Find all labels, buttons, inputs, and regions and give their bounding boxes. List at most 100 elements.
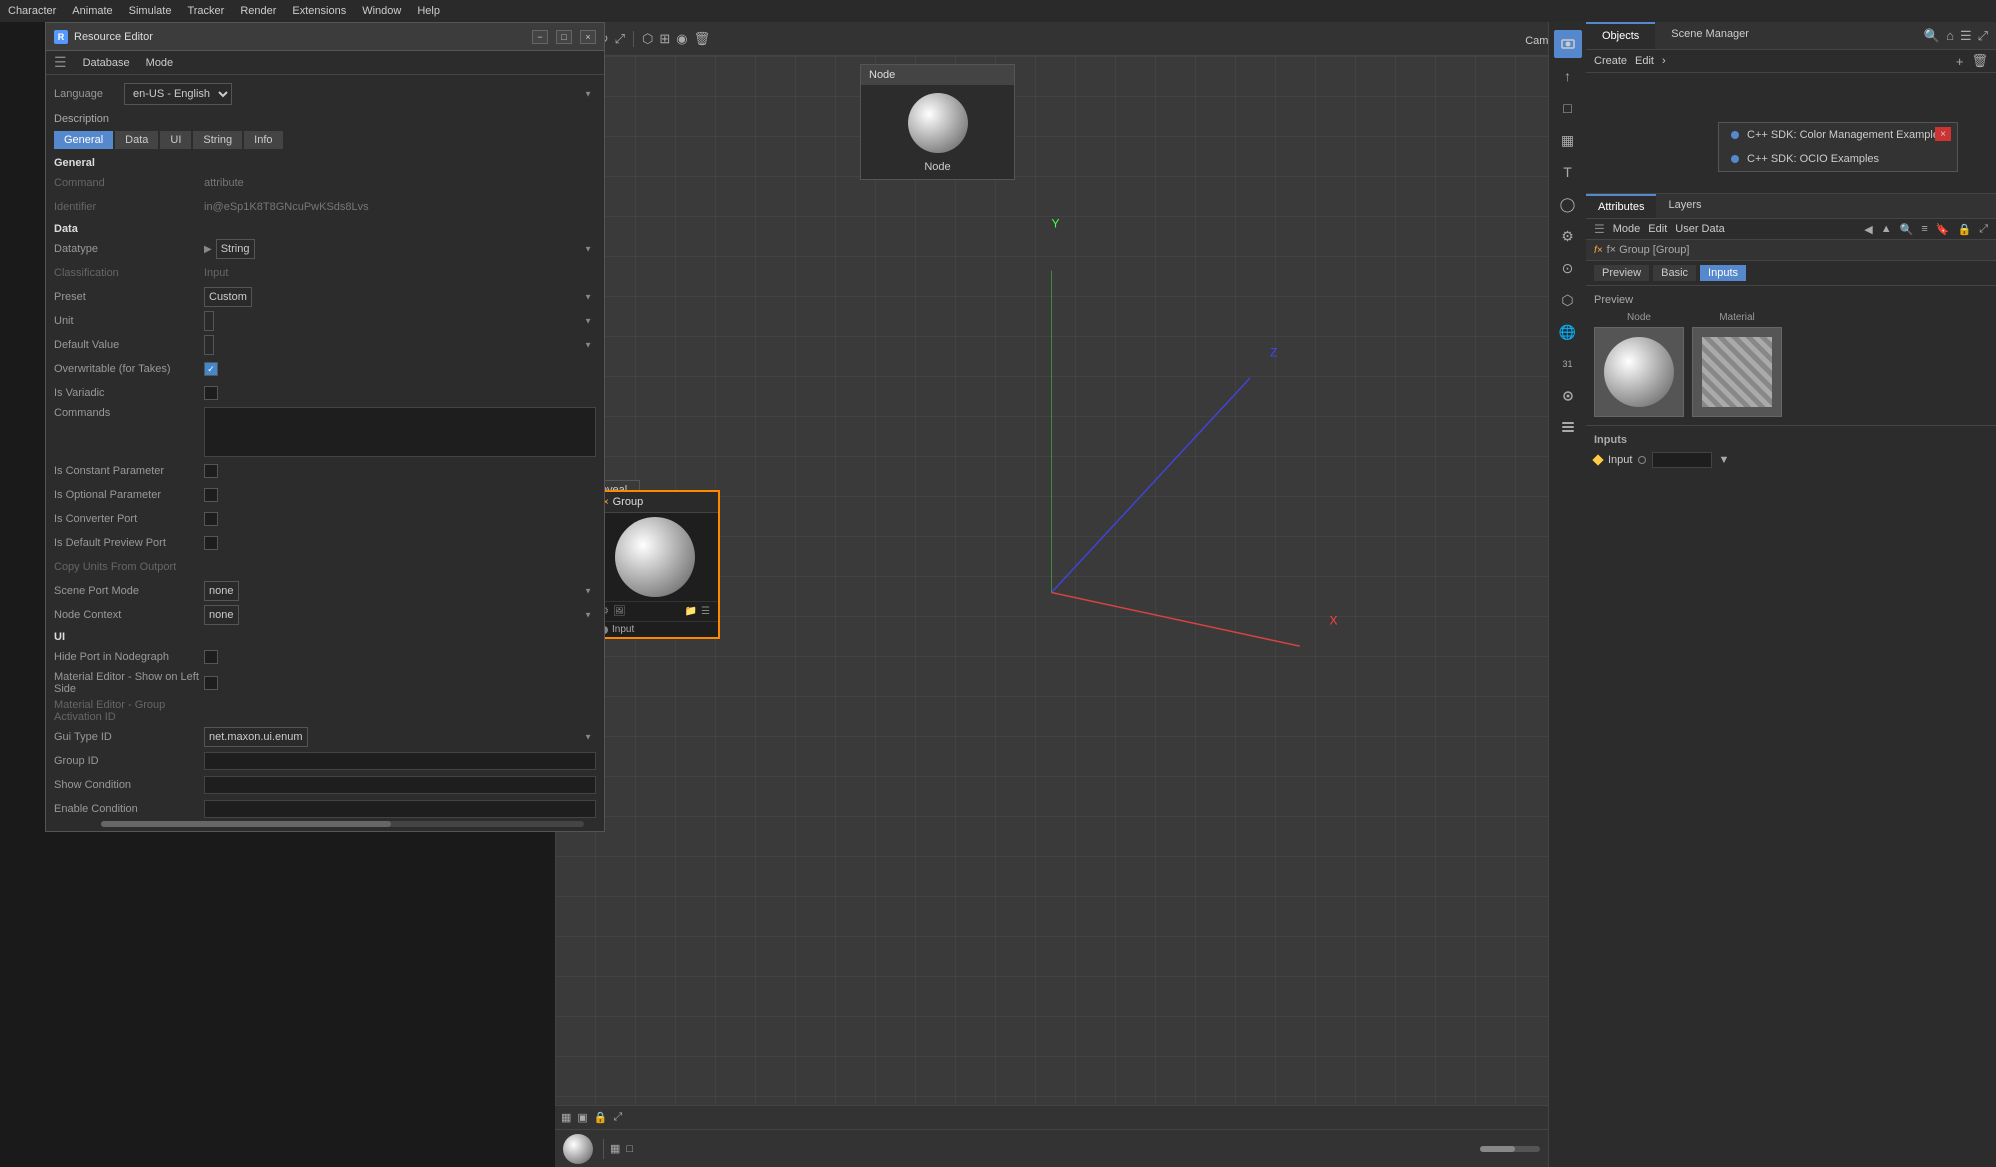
is-constant-checkbox[interactable] [204, 464, 218, 478]
tab-preview[interactable]: Preview [1594, 265, 1649, 281]
tab-ui[interactable]: UI [160, 131, 191, 149]
menu-extensions[interactable]: Extensions [292, 5, 346, 17]
input-value-field[interactable]: 0 [1652, 452, 1712, 468]
scrollbar-thumb[interactable] [101, 821, 391, 827]
expand-icon[interactable]: ⤢ [1978, 28, 1988, 44]
viewport-layout-icon-1[interactable]: ▦ [561, 1111, 571, 1124]
minimize-button[interactable]: − [532, 30, 548, 44]
viewport-render-icon[interactable]: ◉ [676, 31, 687, 47]
scene-port-select[interactable]: none [204, 581, 239, 601]
commands-textarea[interactable] [204, 407, 596, 457]
gn-icon-3[interactable]: 📁 [685, 606, 697, 617]
attr-user-data-btn[interactable]: User Data [1675, 223, 1725, 235]
tab-info[interactable]: Info [244, 131, 282, 149]
tab-basic[interactable]: Basic [1653, 265, 1696, 281]
attr-expand-icon[interactable]: ⤢ [1979, 223, 1988, 236]
menu-simulate[interactable]: Simulate [129, 5, 172, 17]
viewport-fullscreen-icon[interactable]: ⤢ [614, 1111, 623, 1124]
menu-character[interactable]: Character [8, 5, 56, 17]
dropdown-close-button[interactable]: × [1935, 127, 1951, 141]
add-icon[interactable]: + [1956, 54, 1964, 69]
gn-icon-2[interactable]: 🖼 [613, 606, 626, 617]
attr-bookmark-icon[interactable]: 🔖 [1936, 223, 1950, 236]
show-condition-input[interactable] [204, 776, 596, 794]
horizontal-scrollbar[interactable] [101, 821, 584, 827]
maximize-button[interactable]: □ [556, 30, 572, 44]
more-button[interactable]: › [1662, 55, 1666, 67]
bottom-icon-1[interactable]: ▦ [610, 1142, 620, 1155]
menu-tracker[interactable]: Tracker [187, 5, 224, 17]
sidebar-icon-global[interactable]: 🌐 [1554, 318, 1582, 346]
hamburger-icon[interactable]: ☰ [54, 54, 67, 71]
tab-string[interactable]: String [193, 131, 242, 149]
tab-data[interactable]: Data [115, 131, 158, 149]
sidebar-icon-ring[interactable]: ◯ [1554, 190, 1582, 218]
group-id-input[interactable]: net.maxon.node.base.group.inputs [204, 752, 596, 770]
is-default-preview-checkbox[interactable] [204, 536, 218, 550]
gui-type-select[interactable]: net.maxon.ui.enum [204, 727, 308, 747]
attr-lock-icon[interactable]: 🔒 [1957, 223, 1971, 236]
sidebar-icon-31[interactable]: 31 [1554, 350, 1582, 378]
node-context-select[interactable]: none [204, 605, 239, 625]
viewport-lock-icon[interactable]: 🔒 [594, 1111, 608, 1124]
tab-general[interactable]: General [54, 131, 113, 149]
is-optional-checkbox[interactable] [204, 488, 218, 502]
attr-forward-icon[interactable]: ▲ [1881, 223, 1892, 235]
viewport-layout-icon-2[interactable]: ▣ [577, 1111, 587, 1124]
sidebar-icon-circle[interactable]: ⊙ [1554, 254, 1582, 282]
list-icon[interactable]: ☰ [1960, 28, 1972, 44]
menu-window[interactable]: Window [362, 5, 401, 17]
menu-animate[interactable]: Animate [72, 5, 112, 17]
tab-scene-manager[interactable]: Scene Manager [1655, 22, 1765, 49]
tab-inputs[interactable]: Inputs [1700, 265, 1746, 281]
hide-port-checkbox[interactable] [204, 650, 218, 664]
viewport-delete-icon[interactable]: 🗑 [694, 31, 711, 47]
language-select[interactable]: en-US - English [124, 83, 232, 105]
bottom-icon-2[interactable]: □ [626, 1143, 633, 1155]
close-button[interactable]: × [580, 30, 596, 44]
viewport-grid-icon[interactable]: ⊞ [659, 31, 670, 47]
create-button[interactable]: Create [1594, 55, 1627, 67]
input-dropdown-arrow[interactable]: ▼ [1718, 454, 1729, 466]
tab-attributes[interactable]: Attributes [1586, 194, 1656, 218]
home-icon[interactable]: ⌂ [1946, 28, 1954, 43]
sidebar-icon-mode[interactable] [1554, 30, 1582, 58]
dropdown-item-1[interactable]: C++ SDK: Color Management Examples [1719, 123, 1957, 147]
mat-editor-show-checkbox[interactable] [204, 676, 218, 690]
default-value-select[interactable] [204, 335, 214, 355]
dropdown-item-2[interactable]: C++ SDK: OCIO Examples [1719, 147, 1957, 171]
sidebar-icon-box[interactable]: □ [1554, 94, 1582, 122]
attr-search-icon[interactable]: 🔍 [1900, 223, 1914, 236]
sidebar-icon-snap[interactable] [1554, 382, 1582, 410]
datatype-select[interactable]: String [216, 239, 255, 259]
menu-help[interactable]: Help [417, 5, 440, 17]
attr-mode-btn[interactable]: Mode [1613, 223, 1641, 235]
sidebar-icon-layers[interactable] [1554, 414, 1582, 442]
bottom-zoom-slider[interactable] [1480, 1146, 1540, 1152]
overwritable-checkbox[interactable] [204, 362, 218, 376]
gn-icon-4[interactable]: ☰ [701, 606, 710, 617]
is-converter-checkbox[interactable] [204, 512, 218, 526]
edit-button[interactable]: Edit [1635, 55, 1654, 67]
trash-icon[interactable]: 🗑 [1971, 53, 1988, 69]
viewport-mode-icon[interactable]: ⬡ [642, 31, 653, 47]
sidebar-icon-text[interactable]: T [1554, 158, 1582, 186]
group-node[interactable]: f× Group ⚙ 🖼 📁 ☰ Input [590, 490, 720, 639]
sidebar-icon-gear[interactable]: ⚙ [1554, 222, 1582, 250]
sidebar-icon-select[interactable]: ▦ [1554, 126, 1582, 154]
scale-icon[interactable]: ⤢ [615, 31, 625, 47]
attr-filter-icon[interactable]: ≡ [1921, 223, 1927, 235]
unit-select[interactable] [204, 311, 214, 331]
attr-hamburger-icon[interactable]: ☰ [1594, 222, 1605, 236]
attr-back-icon[interactable]: ◀ [1864, 223, 1872, 236]
tab-objects[interactable]: Objects [1586, 22, 1655, 49]
menu-render[interactable]: Render [240, 5, 276, 17]
enable-condition-input[interactable] [204, 800, 596, 818]
tab-layers[interactable]: Layers [1656, 194, 1713, 218]
sidebar-icon-hex[interactable]: ⬡ [1554, 286, 1582, 314]
mode-menu[interactable]: Mode [146, 57, 174, 69]
database-menu[interactable]: Database [83, 57, 130, 69]
attr-edit-btn[interactable]: Edit [1648, 223, 1667, 235]
is-variadic-checkbox[interactable] [204, 386, 218, 400]
search-icon[interactable]: 🔍 [1924, 28, 1940, 44]
